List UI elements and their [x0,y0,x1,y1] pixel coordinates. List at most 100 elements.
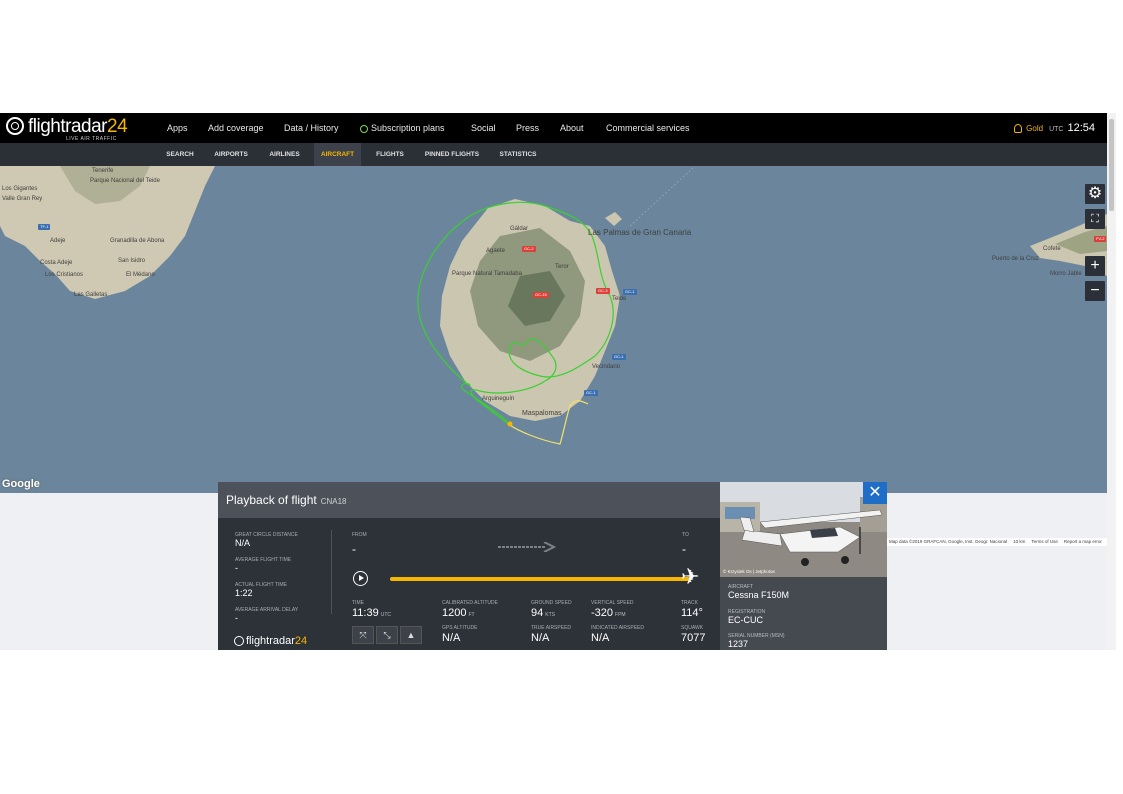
track-value: 114° [681,607,703,619]
nav-about[interactable]: About [560,113,584,143]
route-button[interactable]: ⤡ [376,626,398,644]
label-arguineguin: Arguineguín [482,396,515,402]
map-scale: 10 km [1013,539,1026,544]
from-label: FROM [352,532,367,538]
map-attribution: Map data ©2019 GRAFCAN, Google, Inst. Ge… [886,538,1111,546]
zoom-out-button[interactable]: − [1085,281,1105,301]
subnav-flights[interactable]: FLIGHTS [369,143,411,166]
aircraft-photo-image [720,482,887,577]
google-logo[interactable]: Google [2,478,40,490]
aircraft-type-value: Cessna F150M [728,590,790,600]
subnav-airports[interactable]: AIRPORTS [208,143,254,166]
registration-value[interactable]: EC-CUC [728,615,763,625]
playback-panel: Playback of flight CNA18 GREAT CIRCLE DIS… [218,482,720,650]
account-plan: Gold [1026,124,1044,133]
track-label: TRACK [681,600,698,606]
sub-navbar: SEARCH AIRPORTS AIRLINES AIRCRAFT FLIGHT… [0,143,1107,166]
photo-credit[interactable]: © Krzysiek Os | Jetphotos [723,569,775,574]
label-adeje: Adeje [50,238,66,244]
subnav-pinned-flights[interactable]: PINNED FLIGHTS [418,143,486,166]
indicated-airspeed-value: N/A [591,632,610,644]
flightradar24-logo[interactable]: flightradar24 LIVE AIR TRAFFIC [6,116,128,142]
label-maspalomas: Maspalomas [522,410,562,417]
label-teror: Teror [555,264,569,270]
subnav-statistics[interactable]: STATISTICS [495,143,541,166]
nav-add-coverage[interactable]: Add coverage [208,113,264,143]
nav-subscription-label: Subscription plans [371,123,445,133]
true-airspeed-label: TRUE AIRSPEED [531,625,572,631]
airplane-icon[interactable]: ✈ [681,566,699,588]
label-tenerife: Tenerife [92,168,114,174]
indicated-airspeed-label: INDICATED AIRSPEED [591,625,644,631]
label-los-cristianos: Los Cristianos [45,272,84,278]
close-panel-button[interactable]: ✕ [863,482,887,504]
aircraft-marker [507,421,513,427]
expand-icon: ⤧ [359,630,367,640]
label-valle-gran-rey: Valle Gran Rey [2,196,43,202]
altitude-graph-button[interactable]: ▲ [400,626,422,644]
playback-timeline[interactable] [390,577,690,581]
road-badge: GC-2 [522,246,536,252]
subnav-aircraft[interactable]: AIRCRAFT [314,143,361,166]
gps-altitude-value: N/A [442,632,461,644]
logo-tagline: LIVE AIR TRAFFIC [66,136,117,142]
minus-icon: − [1090,282,1100,299]
label-costa-adeje: Costa Adeje [40,260,73,266]
expand-button[interactable]: ⤧ [352,626,374,644]
lightbulb-icon [360,124,368,133]
user-icon [1014,124,1023,134]
ground-speed-label: GROUND SPEED [531,600,572,606]
road-badge: GC-1 [623,289,637,295]
arrival-delay-value: - [235,613,238,623]
playback-progress [390,577,690,581]
flight-map[interactable]: Las Palmas de Gran Canaria Parque Natura… [0,166,1111,546]
actual-flight-time-value: 1:22 [235,588,253,598]
to-value: - [682,542,686,556]
label-las-galletas: Las Galletas [74,292,108,298]
label-morro-jable: Morro Jable [1050,271,1082,277]
nav-subscription-plans[interactable]: Subscription plans [360,113,445,143]
squawk-label: SQUAWK [681,625,704,631]
map-fullscreen-button[interactable]: ⛶ [1085,209,1105,229]
nav-apps[interactable]: Apps [167,113,188,143]
play-button[interactable] [353,571,368,586]
plus-icon: + [1090,257,1100,274]
from-value: - [352,542,356,556]
label-el-medano: El Médano [126,272,155,278]
road-badge: FV-2 [1094,236,1107,242]
account-area[interactable]: Gold UTC 12:54 [1014,113,1095,143]
graph-icon: ▲ [406,630,416,640]
flight-callsign: CNA18 [320,497,347,506]
label-cofete: Cofete [1043,246,1061,252]
subnav-airlines[interactable]: AIRLINES [262,143,307,166]
label-san-isidro: San Isidro [118,258,146,264]
label-telde: Telde [612,296,627,302]
playback-title: Playback of flight CNA18 [226,493,347,507]
time-value: 11:39 UTC [352,607,391,619]
zoom-in-button[interactable]: + [1085,256,1105,276]
avg-flight-time-value: - [235,563,238,573]
page-scrollbar[interactable] [1107,113,1116,650]
nav-press[interactable]: Press [516,113,539,143]
map-settings-button[interactable]: ⚙ [1085,184,1105,204]
vertical-speed-label: VERTICAL SPEED [591,600,634,606]
settings-icon: ⚙ [1087,185,1103,202]
serial-number-value: 1237 [728,639,749,649]
nav-commercial-services[interactable]: Commercial services [606,113,690,143]
nav-data-history[interactable]: Data / History [284,113,339,143]
calibrated-altitude-value: 1200 FT [442,607,475,619]
route-arrow-icon [498,542,557,552]
road-badge: GC-1 [584,390,598,396]
timezone-label: UTC [1049,126,1064,133]
isleta [605,212,622,226]
terms-of-use-link[interactable]: Terms of Use [1031,539,1058,544]
label-los-gigantes: Los Gigantes [2,186,38,192]
map-data-credit: Map data ©2019 GRAFCAN, Google, Inst. Ge… [889,539,1008,544]
ferry-route [629,166,696,227]
report-map-error-link[interactable]: Report a map error [1064,539,1102,544]
scrollbar-thumb[interactable] [1109,119,1114,211]
subnav-search[interactable]: SEARCH [160,143,200,166]
route-icon: ⤡ [383,630,391,640]
aircraft-photo[interactable]: © Krzysiek Os | Jetphotos [720,482,887,577]
nav-social[interactable]: Social [471,113,496,143]
